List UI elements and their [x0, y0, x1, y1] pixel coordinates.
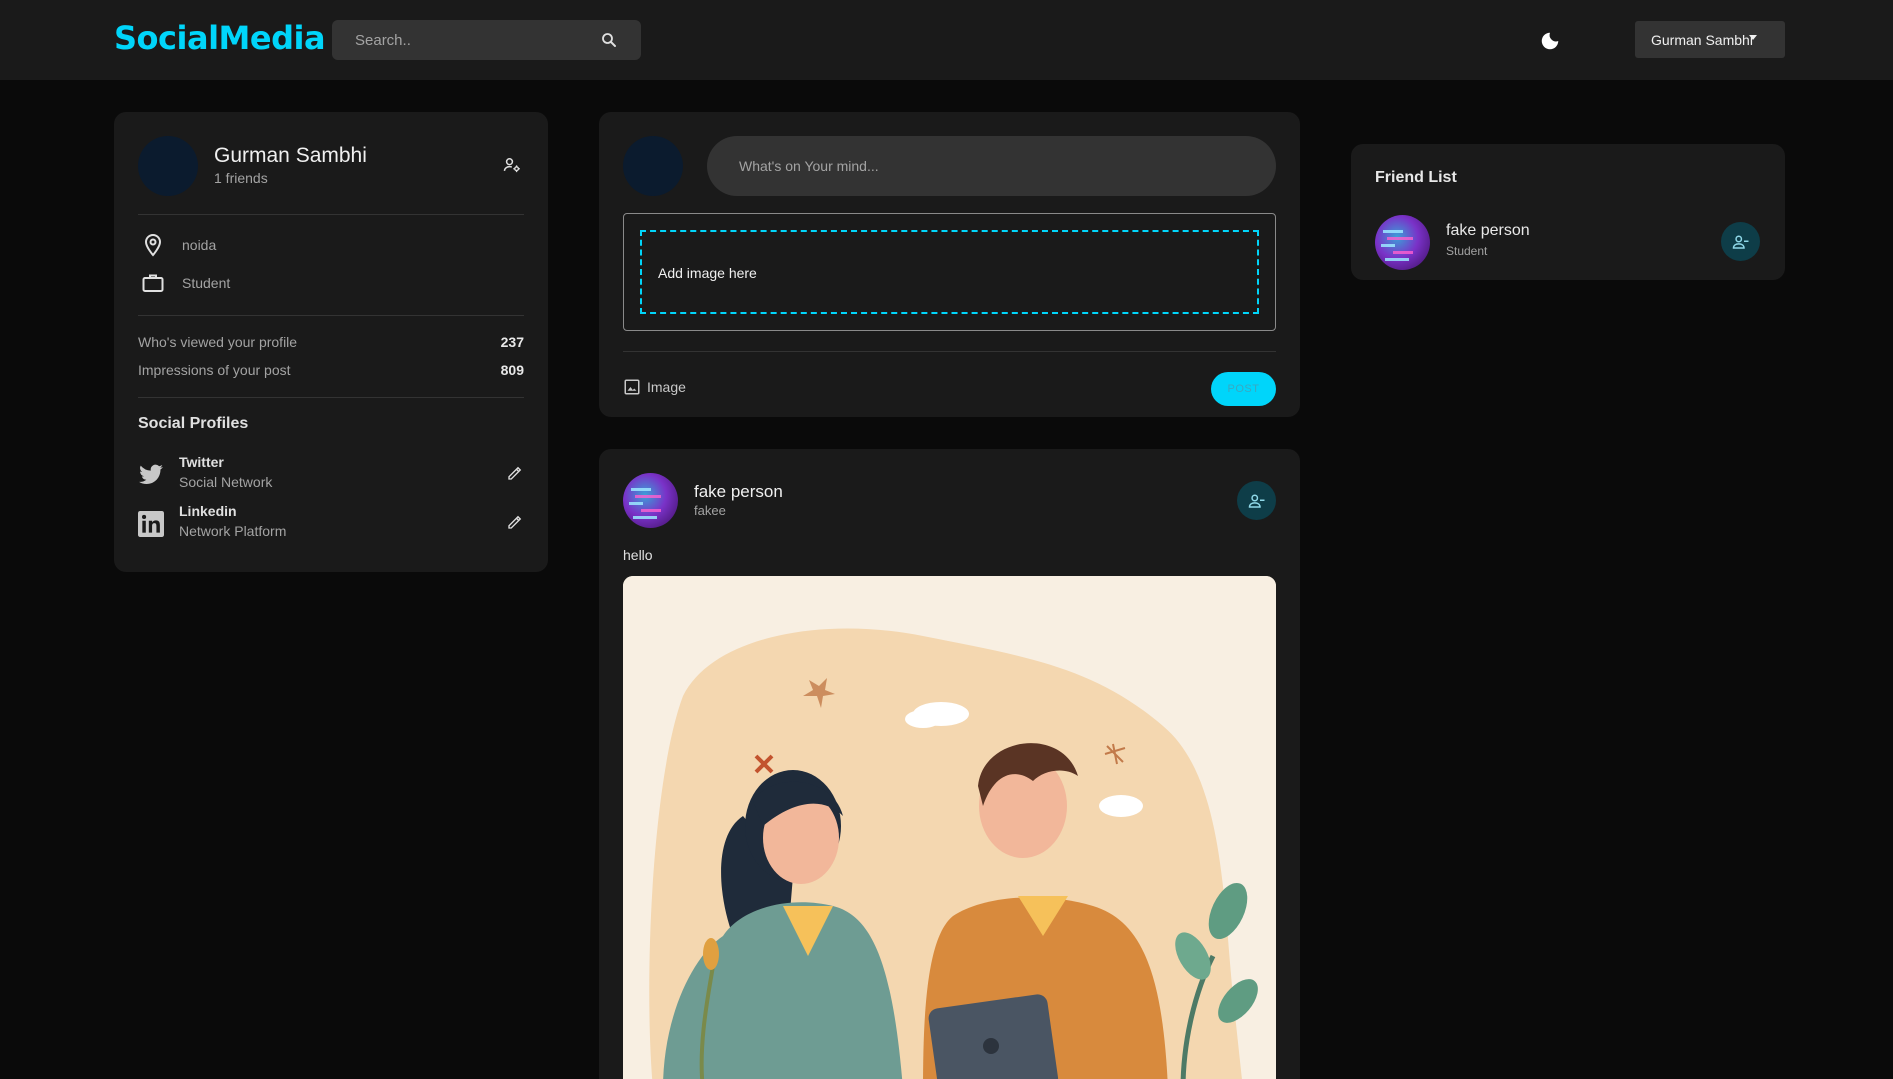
- person-remove-icon: [1732, 235, 1748, 249]
- dropzone-text: Add image here: [658, 265, 757, 281]
- edit-linkedin-button[interactable]: [506, 513, 524, 536]
- post-text-input[interactable]: [707, 136, 1276, 196]
- user-select-value: Gurman Sambhi: [1651, 31, 1753, 48]
- dark-mode-toggle[interactable]: [1535, 26, 1565, 56]
- search-icon: [602, 33, 616, 47]
- edit-icon: [508, 515, 522, 529]
- divider: [138, 397, 524, 398]
- occupation-text: Student: [182, 275, 231, 291]
- social-sub: Social Network: [179, 474, 273, 490]
- profile-friends-count: 1 friends: [214, 170, 268, 186]
- illustration: [623, 576, 1276, 1079]
- image-icon: [624, 379, 640, 395]
- stat-profile-views: Who's viewed your profile 237: [138, 334, 524, 350]
- image-toggle-button[interactable]: Image: [623, 378, 686, 396]
- manage-accounts-icon: [503, 158, 520, 173]
- edit-icon: [508, 466, 522, 480]
- stat-value: 809: [500, 362, 524, 378]
- social-row-twitter: Twitter Social Network: [138, 454, 524, 496]
- search-button[interactable]: [585, 20, 633, 60]
- social-name[interactable]: Twitter: [179, 454, 224, 470]
- edit-twitter-button[interactable]: [506, 464, 524, 487]
- social-name[interactable]: Linkedin: [179, 503, 237, 519]
- avatar: [623, 136, 683, 196]
- stat-label: Who's viewed your profile: [138, 334, 298, 350]
- post-author-name[interactable]: fake person: [694, 482, 783, 502]
- divider: [623, 351, 1276, 352]
- stat-impressions: Impressions of your post 809: [138, 362, 524, 378]
- post-text: hello: [623, 547, 653, 563]
- profile-name[interactable]: Gurman Sambhi: [214, 144, 367, 168]
- image-dropzone[interactable]: Add image here: [623, 213, 1276, 331]
- occupation-row: Student: [138, 268, 230, 298]
- image-label: Image: [647, 379, 686, 395]
- manage-accounts-button[interactable]: [502, 155, 522, 180]
- linkedin-icon: [138, 511, 164, 537]
- post-author-location: fakee: [694, 503, 726, 518]
- post-author-avatar[interactable]: [623, 473, 678, 528]
- divider: [138, 214, 524, 215]
- stat-value: 237: [500, 334, 524, 350]
- remove-friend-button[interactable]: [1237, 481, 1276, 520]
- twitter-icon: [139, 464, 163, 484]
- post-image: [623, 576, 1276, 1079]
- work-icon: [142, 274, 164, 292]
- friend-occupation: Student: [1446, 244, 1488, 258]
- friend-name[interactable]: fake person: [1446, 222, 1530, 240]
- location-text: noida: [182, 237, 217, 253]
- location-row: noida: [138, 230, 216, 260]
- profile-card: Gurman Sambhi 1 friends noida Student Wh…: [114, 112, 548, 572]
- post-button[interactable]: POST: [1211, 372, 1276, 406]
- search-box: [332, 20, 641, 60]
- social-sub: Network Platform: [179, 523, 287, 539]
- avatar[interactable]: [138, 136, 198, 196]
- moon-icon: [1541, 32, 1559, 50]
- remove-friend-button[interactable]: [1721, 222, 1760, 261]
- social-profiles-title: Social Profiles: [138, 415, 249, 432]
- dropzone-area[interactable]: Add image here: [640, 230, 1259, 314]
- social-row-linkedin: Linkedin Network Platform: [138, 503, 524, 545]
- post-card: fake person fakee hello: [599, 449, 1300, 1079]
- logo[interactable]: SocialMedia: [114, 19, 326, 57]
- search-input[interactable]: [355, 20, 585, 60]
- friend-list-title: Friend List: [1375, 169, 1457, 186]
- friend-list-card: Friend List fake person Student: [1351, 144, 1785, 280]
- stat-label: Impressions of your post: [138, 362, 291, 378]
- navbar: SocialMedia Gurman Sambhi: [0, 0, 1893, 80]
- location-icon: [144, 233, 162, 257]
- divider: [138, 315, 524, 316]
- person-remove-icon: [1248, 494, 1264, 508]
- friend-avatar[interactable]: [1375, 215, 1430, 270]
- chevron-down-icon: [1749, 35, 1757, 40]
- create-post-card: Add image here Image POST: [599, 112, 1300, 417]
- user-select[interactable]: Gurman Sambhi: [1635, 21, 1785, 58]
